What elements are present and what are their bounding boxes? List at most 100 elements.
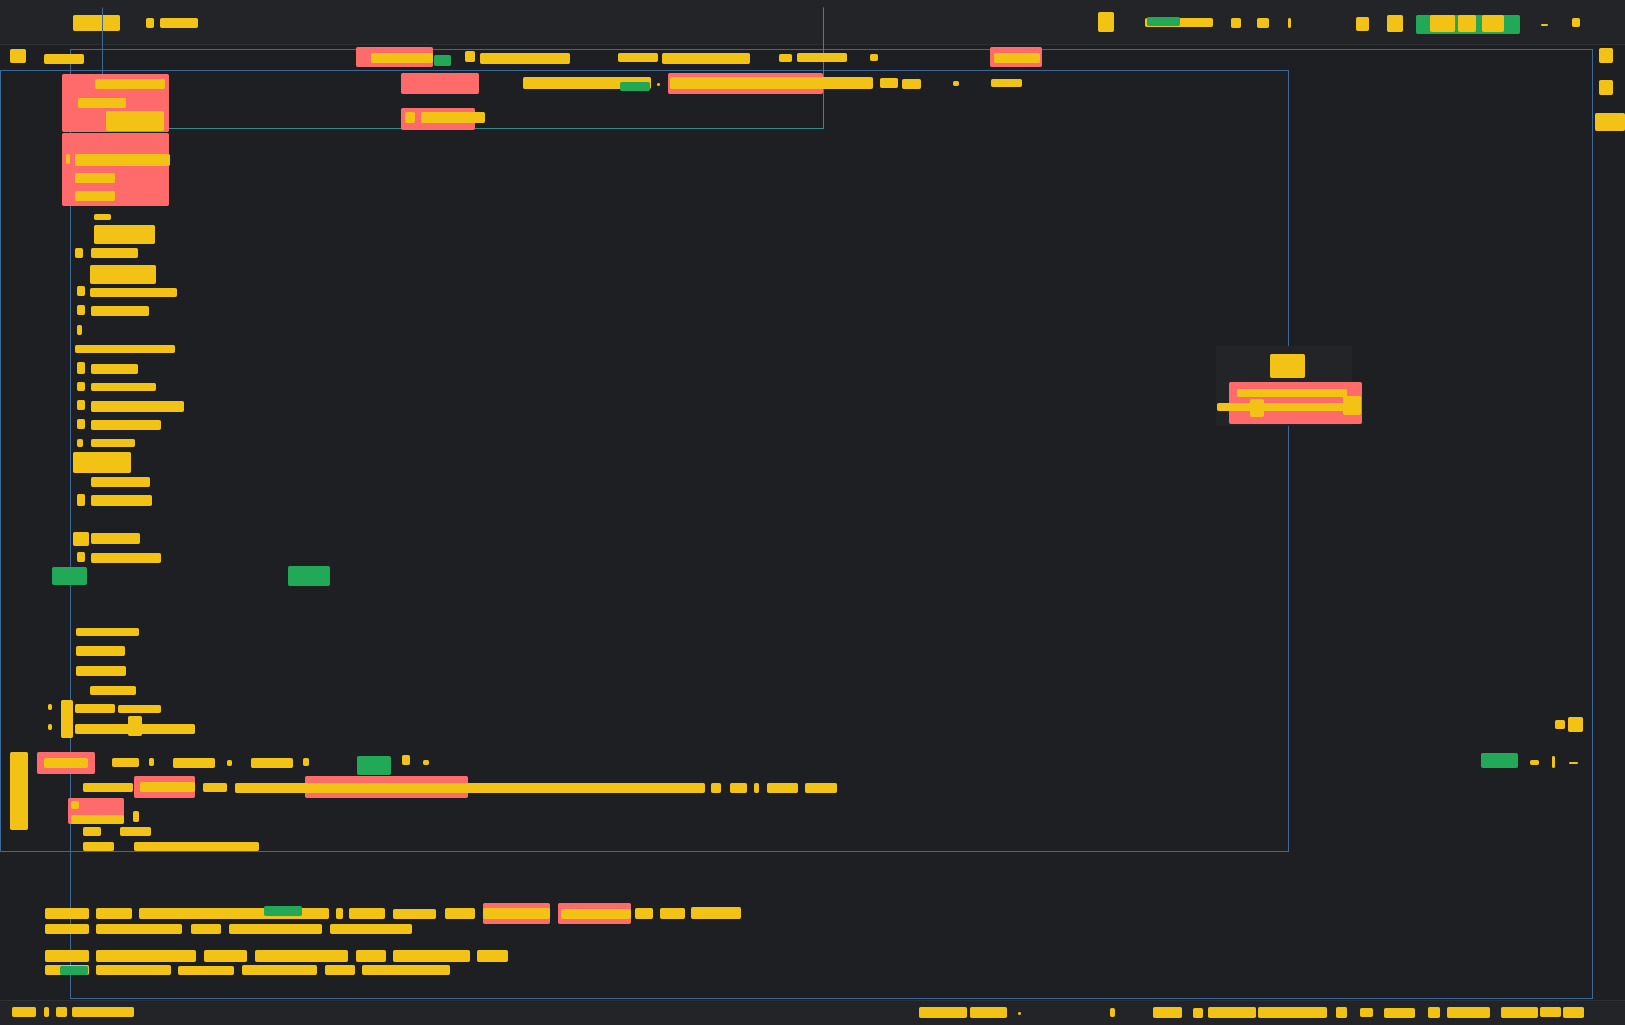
middle-tab-3[interactable] <box>618 53 658 62</box>
left-list-item-7[interactable] <box>77 325 82 335</box>
middle-header-line-5 <box>902 79 921 89</box>
left-list-item-20[interactable] <box>76 646 125 656</box>
bottom-row-2-line-6 <box>83 842 114 851</box>
bottom-tab-4[interactable] <box>173 758 215 768</box>
top-right-icon-2[interactable] <box>1231 18 1241 28</box>
status-right-6 <box>1193 1008 1203 1018</box>
left-list-item-2[interactable] <box>94 225 155 244</box>
left-list-item-19[interactable] <box>76 628 139 636</box>
left-list-item-5[interactable] <box>77 286 85 296</box>
left-list-item-14[interactable] <box>73 452 131 473</box>
top-right-icon-5[interactable] <box>1356 17 1369 31</box>
floating-card-icon[interactable] <box>1270 354 1305 378</box>
left-tab-1[interactable] <box>10 49 26 63</box>
middle-tab-4-label <box>797 53 847 62</box>
status-right-7 <box>1208 1007 1256 1018</box>
left-list-item-15[interactable] <box>91 477 150 487</box>
console-line-11 <box>45 924 89 934</box>
middle-tab-indicator <box>434 55 451 66</box>
top-right-icon-6[interactable] <box>1387 15 1403 32</box>
outline-left-workspace <box>0 70 1289 852</box>
middle-header-line-7 <box>991 79 1022 87</box>
left-tab-2[interactable] <box>44 54 84 64</box>
left-list-item-9[interactable] <box>77 362 85 374</box>
left-list-item-13[interactable] <box>77 439 83 447</box>
top-right-close-icon[interactable] <box>1572 18 1580 27</box>
left-list-item-13-label <box>91 439 135 447</box>
console-line-15 <box>330 924 412 934</box>
console-pill-2-line <box>561 909 631 919</box>
left-tree-item-1[interactable] <box>48 704 52 710</box>
left-list-item-12[interactable] <box>77 419 85 429</box>
bottom-tab-green <box>357 756 391 775</box>
bottom-tab-8[interactable] <box>402 755 410 765</box>
bottom-tab-6[interactable] <box>251 758 293 768</box>
bottom-tab-active-label <box>44 758 88 768</box>
bottom-row-1-line-8 <box>805 783 837 793</box>
middle-tab-2[interactable] <box>465 51 475 62</box>
status-left-4 <box>72 1007 134 1017</box>
floating-card-line-1 <box>1237 389 1347 397</box>
top-right-status-item-1[interactable] <box>1430 15 1455 32</box>
middle-subheader-line-2 <box>421 112 485 123</box>
console-line-14 <box>229 924 322 934</box>
top-right-status-item-3[interactable] <box>1482 15 1504 32</box>
right-status-icon-5[interactable] <box>1568 717 1583 732</box>
top-right-icon-3[interactable] <box>1257 18 1269 28</box>
right-status-icon-1[interactable] <box>1530 760 1539 765</box>
bottom-tab-2[interactable] <box>112 758 139 767</box>
bottom-tab-7[interactable] <box>303 758 309 766</box>
left-status-green-1 <box>52 567 87 585</box>
bottom-tab-3[interactable] <box>149 758 154 766</box>
left-list-item-1[interactable] <box>94 214 111 220</box>
status-right-1 <box>919 1007 967 1018</box>
top-right-icon-4[interactable] <box>1288 18 1291 28</box>
left-list-item-18[interactable] <box>77 552 85 562</box>
right-rail-icon-3[interactable] <box>1595 113 1625 131</box>
console-line-24 <box>96 965 171 975</box>
bottom-tab-9[interactable] <box>423 760 429 765</box>
left-list-item-11[interactable] <box>77 400 85 410</box>
left-tree-item-2-icon[interactable] <box>128 716 142 736</box>
middle-tab-5[interactable] <box>870 54 878 61</box>
left-selected-card-b-line-2 <box>75 154 170 166</box>
left-list-item-10[interactable] <box>77 382 85 391</box>
console-line-23-marker <box>60 966 88 975</box>
middle-tab-4[interactable] <box>779 54 792 62</box>
bottom-row-2-line-2 <box>71 815 124 824</box>
bottom-row-1 <box>83 783 133 792</box>
status-right-10 <box>1360 1008 1373 1017</box>
left-tree-item-1-text <box>75 704 115 713</box>
top-right-icon-1[interactable] <box>1098 12 1114 32</box>
bottom-row-1-line-5 <box>730 783 747 793</box>
right-rail-icon-2[interactable] <box>1599 80 1613 95</box>
left-list-item-17[interactable] <box>73 532 89 546</box>
left-list-item-4[interactable] <box>90 265 156 284</box>
console-line-5 <box>349 908 385 919</box>
left-list-item-8[interactable] <box>75 345 175 353</box>
left-list-item-6[interactable] <box>77 305 85 315</box>
left-list-item-16[interactable] <box>77 494 85 506</box>
right-rail-icon-1[interactable] <box>1599 48 1613 63</box>
left-selected-card-line-2 <box>78 98 126 108</box>
left-list-item-18-label <box>91 553 161 563</box>
status-right-4 <box>1110 1008 1115 1017</box>
console-line-12 <box>96 924 182 934</box>
middle-header-line-6 <box>953 81 959 86</box>
console-line-6 <box>393 909 436 919</box>
status-right-13 <box>1447 1007 1490 1018</box>
bottom-tab-5[interactable] <box>227 760 232 766</box>
left-list-item-21[interactable] <box>76 666 126 676</box>
left-list-item-22[interactable] <box>90 686 136 695</box>
right-status-icon-2[interactable] <box>1552 756 1555 768</box>
middle-header-block[interactable] <box>401 73 479 94</box>
top-right-minimize-icon[interactable] <box>1541 24 1548 26</box>
top-right-status-item-2[interactable] <box>1458 15 1476 32</box>
left-tree-item-2[interactable] <box>48 724 52 730</box>
status-right-5 <box>1153 1007 1182 1018</box>
left-selected-card-line-3 <box>106 111 164 131</box>
console-line-26 <box>242 965 317 975</box>
right-status-icon-4[interactable] <box>1555 720 1565 729</box>
right-status-icon-3[interactable] <box>1569 762 1578 764</box>
left-list-item-3[interactable] <box>75 248 83 258</box>
